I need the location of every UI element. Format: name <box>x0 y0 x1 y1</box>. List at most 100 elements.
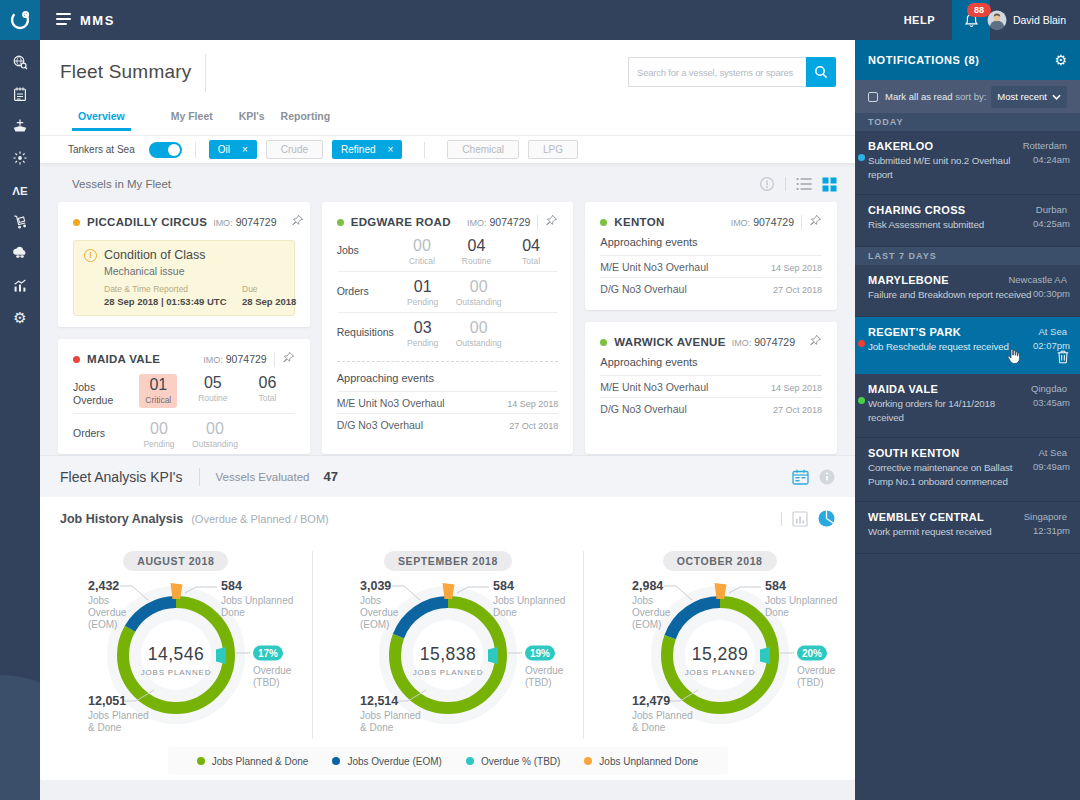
notification-vessel: WEMBLEY CENTRAL <box>868 510 999 524</box>
pin-icon[interactable] <box>545 214 558 227</box>
svg-text:Done: Done <box>493 607 517 618</box>
notification-time: 00:30pm <box>1033 287 1067 302</box>
stat-label: Total <box>240 393 295 403</box>
search-input[interactable] <box>628 57 806 87</box>
fleet-tracking-icon[interactable] <box>0 142 40 174</box>
approaching-events-title: Approaching events <box>337 369 559 391</box>
filter-chip-refined[interactable]: Refined× <box>332 140 402 159</box>
imo-value: 9074729 <box>754 336 795 348</box>
event-date: 14 Sep 2018 <box>507 399 558 409</box>
vessel-management-icon[interactable] <box>0 110 40 142</box>
svg-text:Overdue: Overdue <box>797 665 836 676</box>
svg-text:ΛE: ΛE <box>12 185 28 197</box>
svg-text:14,546: 14,546 <box>148 644 205 664</box>
tab-overview[interactable]: Overview <box>78 110 125 131</box>
tankers-at-sea-toggle[interactable] <box>149 142 182 158</box>
svg-text:JOBS PLANNED: JOBS PLANNED <box>141 668 212 677</box>
notification-item[interactable]: MARYLEBONENewcastle AAFailure and Breakd… <box>855 265 1080 317</box>
list-view-icon[interactable] <box>796 177 812 191</box>
info-filled-icon[interactable] <box>819 469 835 485</box>
vessel-card: KENTONIMO:9074729Approaching eventsM/E U… <box>585 202 837 310</box>
stat-critical: 00Critical <box>395 237 450 266</box>
svg-text:& Done: & Done <box>88 722 122 733</box>
tab-kpi-s[interactable]: KPI's <box>239 110 265 131</box>
approaching-events: Approaching eventsM/E Unit No3 Overhaul1… <box>337 361 559 435</box>
stat-value: 06 <box>240 374 295 392</box>
chart-month-label: AUGUST 2018 <box>123 551 228 571</box>
pie-chart-icon[interactable] <box>818 510 835 527</box>
menu-icon[interactable] <box>56 13 71 25</box>
svg-text:Jobs Planned: Jobs Planned <box>88 710 149 721</box>
info-icon[interactable] <box>759 176 775 192</box>
legend-item: Jobs Planned & Done <box>197 756 309 767</box>
condition-title: Condition of Class <box>104 248 205 262</box>
search-button[interactable] <box>806 57 836 87</box>
pin-icon[interactable] <box>282 351 295 364</box>
tab-reporting[interactable]: Reporting <box>281 110 331 131</box>
calendar-icon[interactable] <box>792 469 809 485</box>
event-name: M/E Unit No3 Overhaul <box>600 381 708 393</box>
notification-group-label: TODAY <box>855 113 1080 131</box>
svg-text:Jobs Planned: Jobs Planned <box>360 710 421 721</box>
event-row: D/G No3 Overhaul27 Oct 2018 <box>337 413 559 435</box>
trash-icon[interactable] <box>1057 350 1069 364</box>
notification-item[interactable]: MAIDA VALEQingdaoWorking orders for 14/1… <box>855 374 1080 438</box>
vessel-name: EDGWARE ROAD <box>351 216 451 228</box>
event-row: D/G No3 Overhaul27 Oct 2018 <box>600 277 822 299</box>
filter-chip-oil[interactable]: Oil× <box>209 140 257 159</box>
user-name: David Blain <box>1013 14 1066 26</box>
notifications-title: NOTIFICATIONS (8) <box>868 54 979 66</box>
notification-item[interactable]: WEMBLEY CENTRALSingaporeWork permit requ… <box>855 502 1080 554</box>
ae-module-icon[interactable]: ΛE <box>0 174 40 206</box>
notification-item[interactable]: SOUTH KENTONAt SeaCorrective maintenance… <box>855 438 1080 502</box>
event-date: 14 Sep 2018 <box>771 383 822 393</box>
analytics-icon[interactable] <box>0 270 40 302</box>
stat-pending: 00Pending <box>131 420 187 449</box>
settings-icon[interactable]: ⚙ <box>0 302 40 334</box>
notifications-settings-icon[interactable]: ⚙ <box>1054 52 1067 68</box>
remove-chip-icon[interactable]: × <box>388 144 394 155</box>
notification-vessel: REGENT'S PARK <box>868 325 999 339</box>
chart-month-label: OCTOBER 2018 <box>663 551 777 571</box>
stat-row-label: Jobs <box>337 237 395 257</box>
stat-outstanding: 00Outstanding <box>451 278 507 307</box>
imo-label: IMO: <box>732 338 752 348</box>
pin-icon[interactable] <box>809 334 822 347</box>
notification-item[interactable]: BAKERLOORotterdamSubmitted M/E unit no.2… <box>855 131 1080 195</box>
pin-icon[interactable] <box>809 214 822 227</box>
notification-message: Working orders for 14/11/2018 received <box>868 396 1033 425</box>
svg-text:Overdue: Overdue <box>525 665 564 676</box>
vessel-card-header: WARWICK AVENUEIMO:9074729 <box>600 333 822 351</box>
stat-value: 05 <box>186 374 241 392</box>
stat-label: Outstanding <box>187 439 243 449</box>
grid-view-icon[interactable] <box>822 177 837 192</box>
filter-chip-lpg[interactable]: LPG <box>528 140 578 159</box>
mark-all-checkbox[interactable] <box>868 92 878 102</box>
remote-inspection-icon[interactable] <box>0 238 40 270</box>
vessel-card: WARWICK AVENUEIMO:9074729Approaching eve… <box>585 322 837 454</box>
sort-dropdown[interactable]: Most recent <box>991 86 1067 108</box>
globe-search-icon[interactable] <box>0 46 40 78</box>
unread-dot <box>858 340 865 347</box>
notification-item[interactable]: CHARING CROSSDurbanRisk Assessment submi… <box>855 195 1080 247</box>
filter-chip-chemical[interactable]: Chemical <box>447 140 519 159</box>
svg-text:Jobs Planned: Jobs Planned <box>632 710 693 721</box>
app-logo <box>0 0 40 40</box>
notification-item[interactable]: REGENT'S PARKAt SeaJob Reschedule reques… <box>855 317 1080 374</box>
unread-dot <box>858 397 865 404</box>
bar-chart-icon[interactable] <box>792 511 808 527</box>
remove-chip-icon[interactable]: × <box>242 144 248 155</box>
tab-my-fleet[interactable]: My Fleet <box>171 110 213 131</box>
approaching-events: Approaching eventsM/E Unit No3 Overhaul1… <box>600 233 822 299</box>
logistics-icon[interactable] <box>0 206 40 238</box>
stat-row: Requisitions03Pending00Outstanding <box>337 312 559 353</box>
notification-time: 03:45am <box>1033 396 1067 425</box>
stat-row: Orders00Pending00Outstanding <box>73 413 295 454</box>
vessels-section: Vessels in My Fleet <box>40 163 855 455</box>
user-menu[interactable]: David Blain <box>987 0 1066 40</box>
legend-label: Jobs Planned & Done <box>212 756 309 767</box>
help-link[interactable]: HELP <box>904 14 935 26</box>
pin-icon[interactable] <box>291 214 304 227</box>
log-entries-icon[interactable] <box>0 78 40 110</box>
filter-chip-crude[interactable]: Crude <box>266 140 323 159</box>
